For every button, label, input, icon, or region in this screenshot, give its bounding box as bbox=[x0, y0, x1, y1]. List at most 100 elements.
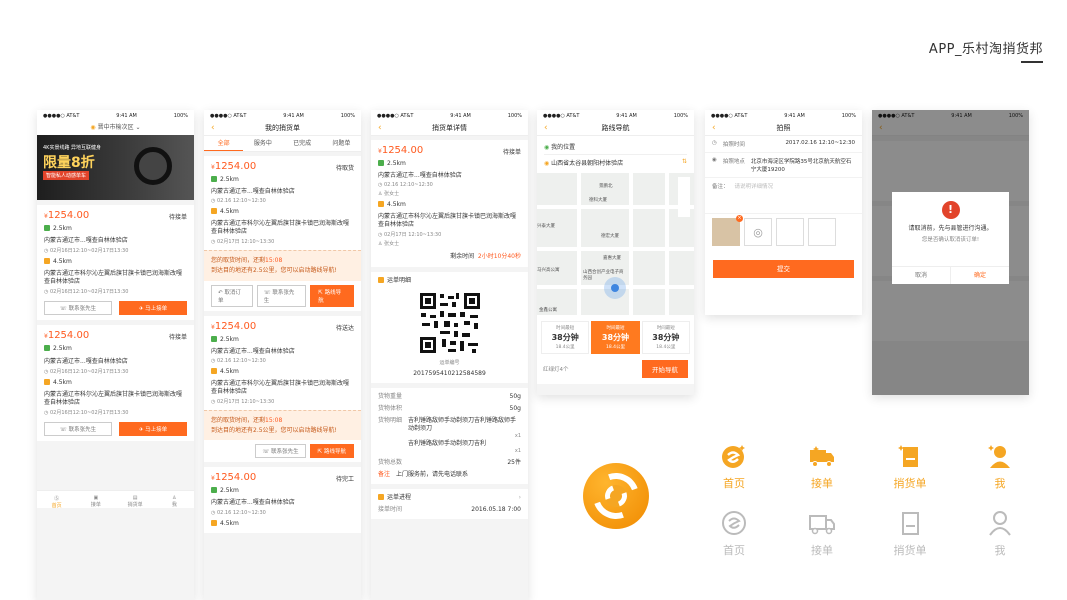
pickup-person: ♙ 张女士 bbox=[378, 191, 400, 198]
contact-button[interactable]: ☏ 联系张先生 bbox=[255, 444, 306, 459]
map-label: 景鹏北 bbox=[599, 184, 613, 189]
from-input[interactable]: ◉ 我的位置 bbox=[544, 139, 687, 155]
back-icon[interactable]: ‹ bbox=[544, 123, 548, 133]
dialog-confirm-button[interactable]: 确定 bbox=[950, 267, 1009, 284]
remove-photo-icon[interactable]: × bbox=[736, 215, 743, 222]
navigate-button[interactable]: ⇱ 路线导航 bbox=[309, 444, 354, 459]
tab-home[interactable]: Ⓢ 首页 bbox=[37, 491, 76, 509]
note-row[interactable]: 备注： 请说明详细情况 bbox=[705, 178, 862, 214]
accept-button[interactable]: ✈ 马上接单 bbox=[119, 421, 187, 436]
pickup-time: ◷ 02月16日12:10~02月17日13:30 bbox=[44, 368, 129, 375]
order-card[interactable]: ¥1254.00 待完工 2.5km 内蒙古通辽市...嘎查自林体验店 ◷ 02… bbox=[204, 467, 361, 533]
dialog-cancel-button[interactable]: 取消 bbox=[892, 267, 950, 284]
bottom-tabbar: Ⓢ 首页 ▣ 接单 ▤ 捎货单 ♙ 我 bbox=[37, 490, 194, 509]
home-icon bbox=[722, 511, 746, 535]
order-price: ¥1254.00 bbox=[211, 161, 257, 172]
nav-bar: ‹ 捎货单详情 bbox=[371, 121, 528, 136]
bike-image bbox=[134, 147, 172, 185]
status-bar: ●●●●○ AT&T 9:41 AM 100% bbox=[537, 110, 694, 121]
user-icon bbox=[989, 511, 1011, 536]
tab-me[interactable]: ♙ 我 bbox=[155, 491, 194, 508]
pickup-time: ◷ 02.16 12:10~12:30 bbox=[211, 509, 266, 516]
layers-icon[interactable] bbox=[678, 177, 690, 217]
order-status: 待取货 bbox=[335, 165, 354, 172]
map-label: 兴泰大厦 bbox=[537, 224, 555, 229]
warning-icon: ! bbox=[941, 201, 960, 219]
pickup-icon bbox=[211, 335, 217, 342]
pickup-time: ◷ 02.16 12:10~12:30 bbox=[378, 182, 433, 189]
route-options: 时间最短 38分钟 18.4公里 时间最短 38分钟 18.4公里 时间最短 38分钟 18… bbox=[537, 315, 694, 360]
back-icon[interactable]: ‹ bbox=[378, 123, 382, 133]
progress-icon bbox=[378, 493, 384, 500]
photo-slot[interactable] bbox=[808, 218, 836, 246]
dropoff-icon bbox=[44, 258, 50, 265]
app-logo bbox=[583, 463, 649, 529]
note-input[interactable]: 请说明详细情况 bbox=[735, 182, 774, 190]
home-icon bbox=[722, 445, 745, 468]
order-status: 待接单 bbox=[168, 214, 187, 221]
order-card[interactable]: ¥1254.00 待送达 2.5km 内蒙古通辽市...嘎查自林体验店 ◷ 02… bbox=[204, 315, 361, 411]
map-label: 金鑫公寓 bbox=[539, 308, 557, 313]
pickup-distance: 2.5km bbox=[53, 345, 72, 353]
swap-icon[interactable]: ⇅ bbox=[682, 158, 687, 165]
map-label: 德宏大厦 bbox=[601, 234, 619, 239]
progress-card[interactable]: 运单进程 › 接单时间 2016.05.18 7:00 bbox=[371, 488, 528, 520]
order-tabs: 全部 服务中 已完成 问题单 bbox=[204, 136, 361, 152]
icon-deliveries-inactive: 捎货单 bbox=[880, 510, 940, 558]
contact-button[interactable]: ☏ 联系张先生 bbox=[256, 284, 307, 307]
photo-thumbnail[interactable]: × bbox=[712, 215, 743, 246]
truck-icon: ▣ bbox=[93, 495, 99, 501]
tab-in-service[interactable]: 服务中 bbox=[243, 136, 282, 151]
photo-slots: × ◎ bbox=[705, 214, 862, 250]
order-card[interactable]: ¥1254.00 待接单 2.5km 内蒙古通辽市...嘎查自林体验店 ◷ 02… bbox=[37, 205, 194, 321]
back-icon[interactable]: ‹ bbox=[211, 123, 215, 133]
tab-problem[interactable]: 问题单 bbox=[322, 136, 361, 151]
pin-icon: ◉ bbox=[712, 157, 717, 163]
accept-button[interactable]: ✈ 马上接单 bbox=[119, 301, 187, 316]
tab-all[interactable]: 全部 bbox=[204, 136, 244, 151]
order-card[interactable]: ¥1254.00 待取货 2.5km 内蒙古通辽市...嘎查自林体验店 ◷ 02… bbox=[204, 156, 361, 251]
cancel-order-button[interactable]: ↶ 取消订单 bbox=[210, 284, 253, 307]
header-title: APP_乐村淘捎货邦 bbox=[928, 42, 1043, 57]
order-status: 待完工 bbox=[335, 476, 354, 484]
order-price: ¥1254.00 bbox=[211, 472, 257, 484]
contact-button[interactable]: ☏ 联系张先生 bbox=[44, 301, 112, 316]
icon-home-active: 首页 bbox=[704, 443, 764, 491]
dropoff-icon bbox=[211, 208, 217, 215]
to-input[interactable]: ◉ 山西省太谷县朝阳村体验店 ⇅ bbox=[544, 155, 687, 170]
tab-orders[interactable]: ▣ 接单 bbox=[76, 491, 115, 508]
banner-line3: 智能私人动感单车 bbox=[43, 171, 90, 180]
truck-icon bbox=[810, 446, 834, 467]
submit-button[interactable]: 提交 bbox=[713, 260, 854, 278]
pickup-notice: 您的取货时间，还剩15:08 到达目的地还有2.5公里，您可以启动路线导航! bbox=[204, 250, 361, 281]
navigate-button[interactable]: ⇱ 路线导航 bbox=[310, 284, 354, 307]
pickup-distance: 2.5km bbox=[53, 225, 72, 232]
promo-banner[interactable]: 4K实景线路 异地互联健身 限量8折 智能私人动感单车 bbox=[37, 135, 194, 200]
nav-bar: ‹ 我的捎货单 bbox=[204, 121, 361, 136]
detail-card: ¥1254.00 待接单 2.5km 内蒙古通辽市...嘎查自林体验店 ◷ 02… bbox=[371, 140, 528, 267]
tab-deliveries[interactable]: ▤ 捎货单 bbox=[116, 491, 155, 508]
dropoff-address: 内蒙古通辽市科尔沁左翼后旗甘旗卡镇巴润海斯改嘎查自林体验店 bbox=[378, 213, 517, 229]
page-title: 路线导航 bbox=[601, 124, 630, 132]
route-option-selected[interactable]: 时间最短 38分钟 18.4公里 bbox=[591, 321, 640, 354]
start-nav-button[interactable]: 开始导航 bbox=[642, 360, 688, 378]
pickup-icon bbox=[378, 160, 384, 166]
order-card[interactable]: ¥1254.00 待接单 2.5km 内蒙古通辽市...嘎查自林体验店 ◷ 02… bbox=[37, 325, 194, 441]
header-underline bbox=[1021, 61, 1043, 63]
route-option[interactable]: 时间最短 38分钟 18.4公里 bbox=[541, 321, 590, 354]
photo-time-row: ◷ 拍照时间 2017.02.16 12:10~12:30 bbox=[705, 136, 862, 153]
cancel-dialog: ! 请取消前，先与县管进行沟通。 您是否确认取消该订单! 取消 确定 bbox=[892, 192, 1009, 284]
camera-icon[interactable]: ◎ bbox=[744, 218, 772, 246]
map-view[interactable]: 景鹏北 德科大厦 兴泰大厦 德宏大厦 嘉惠大厦 山西合创产业电子商务园 马兴高公… bbox=[537, 173, 694, 315]
icon-orders-active: 接单 bbox=[792, 443, 852, 491]
location-selector[interactable]: ◉ 晋中市榆次区 ⌄ bbox=[37, 121, 194, 135]
dropoff-person: ♙ 张女士 bbox=[378, 241, 400, 248]
pickup-address: 内蒙古通辽市...嘎查自林体验店 bbox=[211, 347, 295, 355]
back-icon[interactable]: ‹ bbox=[712, 123, 716, 133]
route-option[interactable]: 时间最短 38分钟 18.4公里 bbox=[641, 321, 690, 354]
contact-button[interactable]: ☏ 联系张先生 bbox=[44, 421, 112, 436]
photo-slot[interactable] bbox=[776, 218, 804, 246]
tab-done[interactable]: 已完成 bbox=[283, 136, 322, 151]
pickup-address: 内蒙古通辽市...嘎查自林体验店 bbox=[211, 499, 295, 507]
map-label: 马兴高公寓 bbox=[537, 268, 560, 273]
